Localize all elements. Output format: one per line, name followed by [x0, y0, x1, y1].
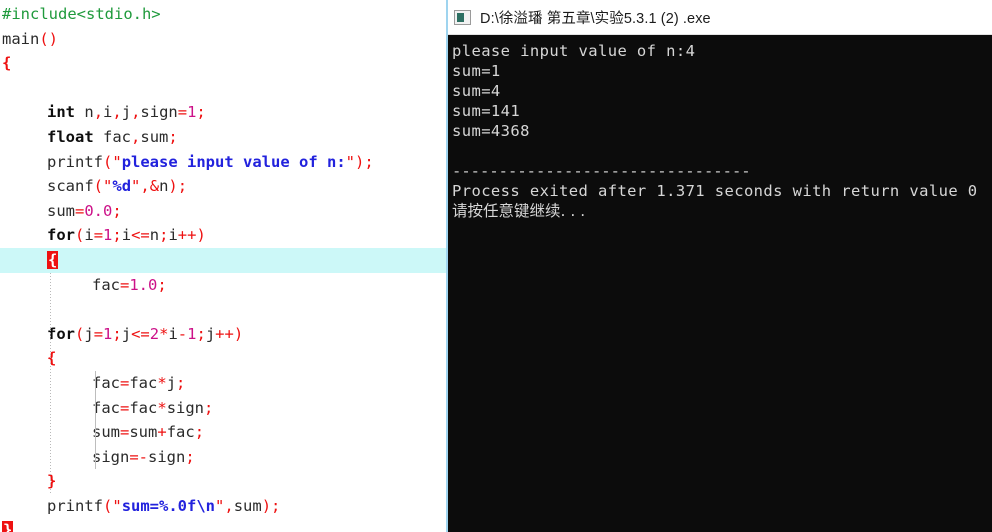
console-output-area[interactable]: please input value of n:4 sum=1 sum=4 sum=1…: [448, 35, 992, 532]
console-window-icon: [454, 9, 471, 25]
code-line[interactable]: sign=-sign;: [0, 445, 446, 470]
code-line[interactable]: }: [0, 518, 446, 532]
console-output-line: sum=141: [452, 102, 521, 120]
code-line[interactable]: [0, 76, 446, 101]
code-line[interactable]: for(i=1;i<=n;i++): [0, 223, 446, 248]
console-window[interactable]: D:\徐溢璠 第五章\实验5.3.1 (2) .exe please input…: [446, 0, 992, 532]
console-output-line: 请按任意键继续. . .: [452, 202, 586, 220]
code-line[interactable]: printf("sum=%.0f\n",sum);: [0, 494, 446, 519]
code-line[interactable]: {: [0, 247, 446, 273]
code-line[interactable]: int n,i,j,sign=1;: [0, 100, 446, 125]
code-line[interactable]: {: [0, 51, 446, 76]
console-output-line: Process exited after 1.371 seconds with …: [452, 182, 978, 200]
code-line[interactable]: #include<stdio.h>: [0, 2, 446, 27]
code-line[interactable]: }: [0, 469, 446, 494]
code-line[interactable]: fac=1.0;: [0, 273, 446, 298]
matching-brace-marker: {: [47, 250, 59, 269]
code-line[interactable]: scanf("%d",&n);: [0, 174, 446, 199]
code-line[interactable]: fac=fac*sign;: [0, 396, 446, 421]
code-editor-pane[interactable]: #include<stdio.h> main(){ int n,i,j,sign=…: [0, 0, 446, 532]
indent-guide: [95, 371, 96, 470]
console-titlebar[interactable]: D:\徐溢璠 第五章\实验5.3.1 (2) .exe: [448, 0, 992, 35]
code-line[interactable]: [0, 297, 446, 322]
app-root: #include<stdio.h> main(){ int n,i,j,sign=…: [0, 0, 992, 532]
console-output-line: sum=1: [452, 62, 501, 80]
console-title-text: D:\徐溢璠 第五章\实验5.3.1 (2) .exe: [480, 10, 711, 27]
code-line[interactable]: main(): [0, 27, 446, 52]
code-line[interactable]: for(j=1;j<=2*i-1;j++): [0, 322, 446, 347]
console-output-line: sum=4368: [452, 122, 530, 140]
code-line[interactable]: {: [0, 346, 446, 371]
matching-brace-marker: }: [2, 521, 14, 532]
code-line[interactable]: sum=sum+fac;: [0, 420, 446, 445]
code-line[interactable]: fac=fac*j;: [0, 371, 446, 396]
code-line[interactable]: float fac,sum;: [0, 125, 446, 150]
code-line[interactable]: sum=0.0;: [0, 199, 446, 224]
console-output-line: --------------------------------: [452, 162, 751, 180]
code-line[interactable]: printf("please input value of n:");: [0, 150, 446, 175]
indent-guide: [50, 272, 51, 494]
code-text-area[interactable]: #include<stdio.h> main(){ int n,i,j,sign=…: [0, 2, 446, 532]
console-output-line: sum=4: [452, 82, 501, 100]
console-output-line: please input value of n:4: [452, 42, 696, 60]
